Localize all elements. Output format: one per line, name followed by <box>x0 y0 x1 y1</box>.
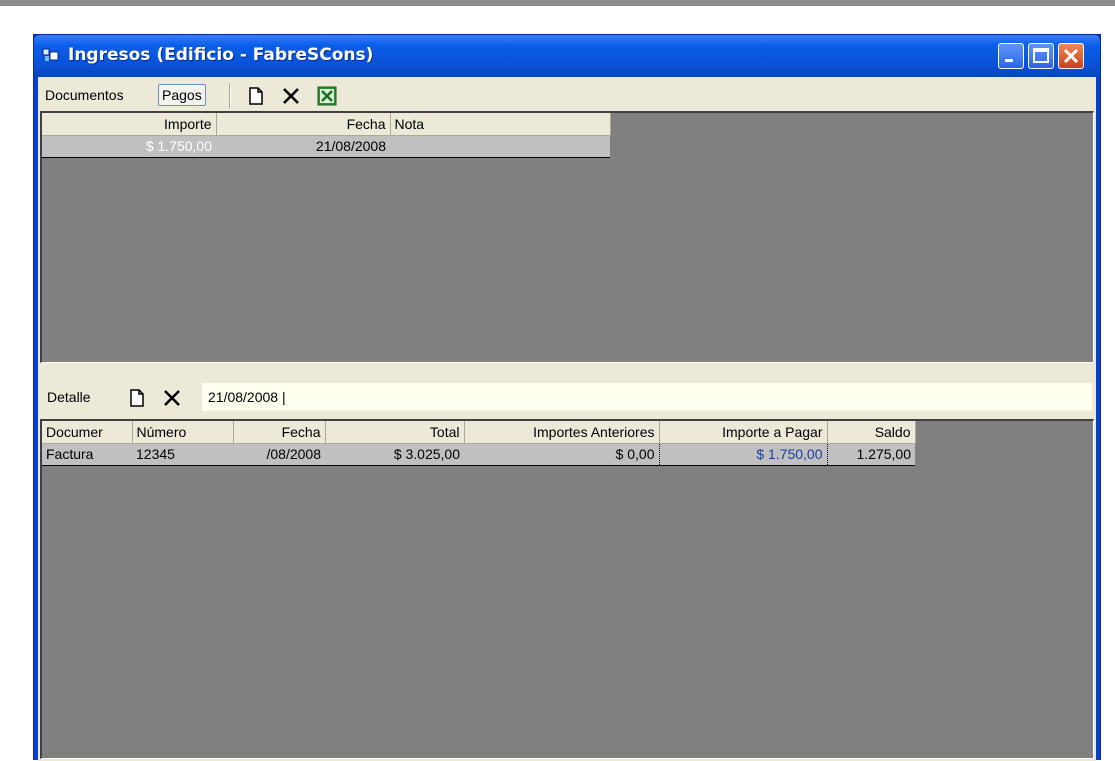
cell-fecha[interactable]: 21/08/2008 <box>216 135 390 158</box>
header-importes-anteriores[interactable]: Importes Anteriores <box>464 421 660 444</box>
close-icon <box>1063 48 1079 64</box>
detail-date-input[interactable]: 21/08/2008 | <box>202 383 1092 411</box>
background-strip <box>0 0 1115 6</box>
header-importe-a-pagar[interactable]: Importe a Pagar <box>659 421 828 444</box>
title-bar[interactable]: Ingresos (Edificio - FabreSCons) <box>34 35 1100 77</box>
cell-importe-a-pagar[interactable]: $ 1.750,00 <box>658 442 828 466</box>
excel-icon[interactable] <box>317 86 337 106</box>
table-row[interactable]: Factura 12345 /08/2008 $ 3.025,00 $ 0,00… <box>42 442 915 466</box>
cell-saldo[interactable]: 1.275,00 <box>827 443 915 466</box>
header-numero[interactable]: Número <box>132 421 234 444</box>
cell-importe[interactable]: $ 1.750,00 <box>42 135 216 158</box>
minimize-button[interactable] <box>998 43 1024 69</box>
tab-documentos[interactable]: Documentos <box>42 84 127 106</box>
detail-toolbar: Detalle 21/08/2008 | <box>38 377 1096 417</box>
pagos-grid-panel: Importe Fecha Nota $ 1.750,00 21/08/2008 <box>40 111 1094 363</box>
cell-total[interactable]: $ 3.025,00 <box>325 443 464 466</box>
header-importe[interactable]: Importe <box>42 113 217 136</box>
app-icon <box>42 48 59 61</box>
pagos-grid: Importe Fecha Nota $ 1.750,00 21/08/2008 <box>42 113 611 158</box>
detail-label: Detalle <box>47 389 91 405</box>
minimize-icon <box>1005 59 1013 62</box>
header-fecha[interactable]: Fecha <box>216 113 391 136</box>
cell-importes-anteriores[interactable]: $ 0,00 <box>464 443 659 466</box>
toolbar-separator <box>229 83 231 109</box>
header-documento[interactable]: Documer <box>42 421 133 444</box>
window-title: Ingresos (Edificio - FabreSCons) <box>68 45 374 65</box>
new-document-icon[interactable] <box>246 86 266 106</box>
tab-pagos[interactable]: Pagos <box>158 84 206 106</box>
new-detail-icon[interactable] <box>127 388 147 408</box>
header-total[interactable]: Total <box>325 421 465 444</box>
detail-grid-panel: Documer Número Fecha Total Importes Ante… <box>40 419 1094 759</box>
delete-icon[interactable] <box>281 86 301 106</box>
table-row[interactable]: $ 1.750,00 21/08/2008 <box>42 135 610 158</box>
header-saldo[interactable]: Saldo <box>827 421 916 444</box>
cell-nota[interactable] <box>390 135 610 158</box>
client-area: Documentos Pagos Importe Fecha Nota $ 1.… <box>38 77 1096 761</box>
detail-grid: Documer Número Fecha Total Importes Ante… <box>42 421 916 466</box>
cell-numero[interactable]: 12345 <box>132 443 233 466</box>
maximize-icon <box>1033 48 1049 63</box>
close-button[interactable] <box>1058 43 1084 69</box>
main-toolbar: Documentos Pagos <box>38 77 1096 111</box>
main-window: Ingresos (Edificio - FabreSCons) Documen… <box>33 34 1101 761</box>
cell-documento[interactable]: Factura <box>42 443 132 466</box>
header-nota[interactable]: Nota <box>390 113 611 136</box>
delete-detail-icon[interactable] <box>162 388 182 408</box>
maximize-button[interactable] <box>1028 43 1054 69</box>
cell-fecha[interactable]: /08/2008 <box>233 443 325 466</box>
header-fecha[interactable]: Fecha <box>233 421 326 444</box>
